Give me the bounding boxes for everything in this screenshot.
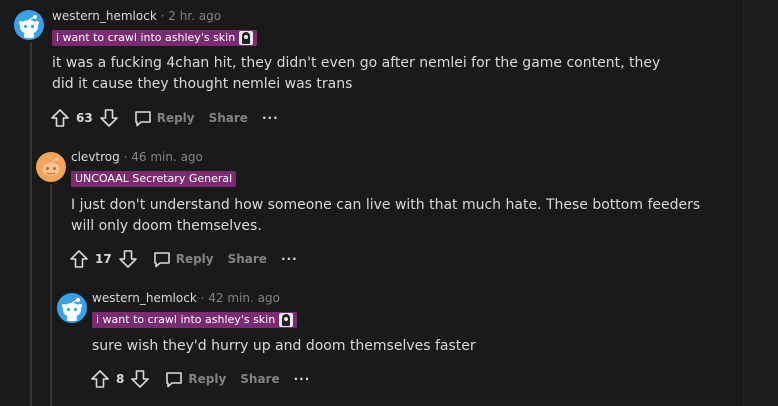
flair-text: UNCOAAL Secretary General [75,172,233,185]
upvote-button[interactable] [90,369,110,389]
flair-text: i want to crawl into ashley's skin [96,313,276,326]
downvote-arrow-icon [99,109,118,127]
more-options-icon: ··· [261,111,279,125]
upvote-button[interactable] [69,249,89,269]
vote-count: 63 [76,111,93,125]
upvote-arrow-icon [91,370,109,388]
more-options-icon: ··· [280,252,298,266]
comment-meta: clevtrog · 46 min. ago [71,150,203,164]
meta-separator: · [160,9,165,23]
comment-2: clevtrog · 46 min. ago UNCOAAL Secretary… [0,140,743,282]
vote-count: 8 [116,372,125,386]
comment-body: it was a fucking 4chan hit, they didn't … [52,55,661,92]
share-button[interactable]: Share [209,111,248,125]
reply-label: Reply [156,111,195,125]
flair-text: i want to crawl into ashley's skin [56,31,236,44]
comment-body: sure wish they'd hurry up and doom thems… [92,338,476,354]
downvote-button[interactable] [130,369,150,389]
downvote-button[interactable] [118,249,138,269]
snoo-avatar-icon[interactable] [14,10,44,40]
share-label: Share [227,252,267,266]
more-options-icon: ··· [293,372,311,386]
more-options-button[interactable]: ··· [294,372,311,386]
comment-1: western_hemlock · 2 hr. ago i want to cr… [0,0,743,140]
comment-timestamp[interactable]: 46 min. ago [131,150,203,164]
share-button[interactable]: Share [240,372,279,386]
chat-bubble-icon [134,111,151,127]
share-label: Share [208,111,248,125]
author-link[interactable]: clevtrog [71,150,120,164]
chat-bubble-icon [153,252,170,268]
reply-label: Reply [175,252,214,266]
meta-separator: · [123,150,128,164]
snoo-avatar-icon[interactable] [57,293,87,323]
share-label: Share [240,372,280,386]
comment-actions: 63 Reply Share ··· [50,106,279,130]
upvote-arrow-icon [70,250,88,268]
reply-button[interactable]: Reply [164,369,226,389]
chat-bubble-icon [166,372,183,388]
downvote-button[interactable] [99,108,119,128]
reply-button[interactable]: Reply [133,108,195,128]
comment-meta: western_hemlock · 2 hr. ago [52,9,221,23]
flair-emoji-icon [279,313,294,327]
comment-meta: western_hemlock · 42 min. ago [92,291,280,305]
share-button[interactable]: Share [228,252,267,266]
upvote-arrow-icon [51,109,69,127]
reply-button[interactable]: Reply [152,249,214,269]
meta-separator: · [200,291,205,305]
comment-actions: 8 Reply Share ··· [90,367,310,391]
comment-timestamp[interactable]: 2 hr. ago [168,9,221,23]
user-flair: UNCOAAL Secretary General [71,171,237,187]
more-options-button[interactable]: ··· [262,111,279,125]
reply-label: Reply [188,372,227,386]
author-link[interactable]: western_hemlock [52,9,157,23]
flair-emoji-icon [239,31,254,45]
downvote-arrow-icon [118,250,137,268]
comment-timestamp[interactable]: 42 min. ago [208,291,280,305]
user-flair: i want to crawl into ashley's skin [92,312,298,328]
user-flair: i want to crawl into ashley's skin [52,30,258,46]
vote-count: 17 [95,252,112,266]
comment-3: western_hemlock · 42 min. ago i want to … [0,282,743,406]
right-edge-panel [743,0,778,406]
comment-body: I just don't understand how someone can … [71,197,701,234]
orange-avatar-icon[interactable] [36,152,66,182]
upvote-button[interactable] [50,108,70,128]
more-options-button[interactable]: ··· [281,252,298,266]
downvote-arrow-icon [131,370,150,388]
comment-actions: 17 Reply Share ··· [69,247,298,271]
author-link[interactable]: western_hemlock [92,291,197,305]
